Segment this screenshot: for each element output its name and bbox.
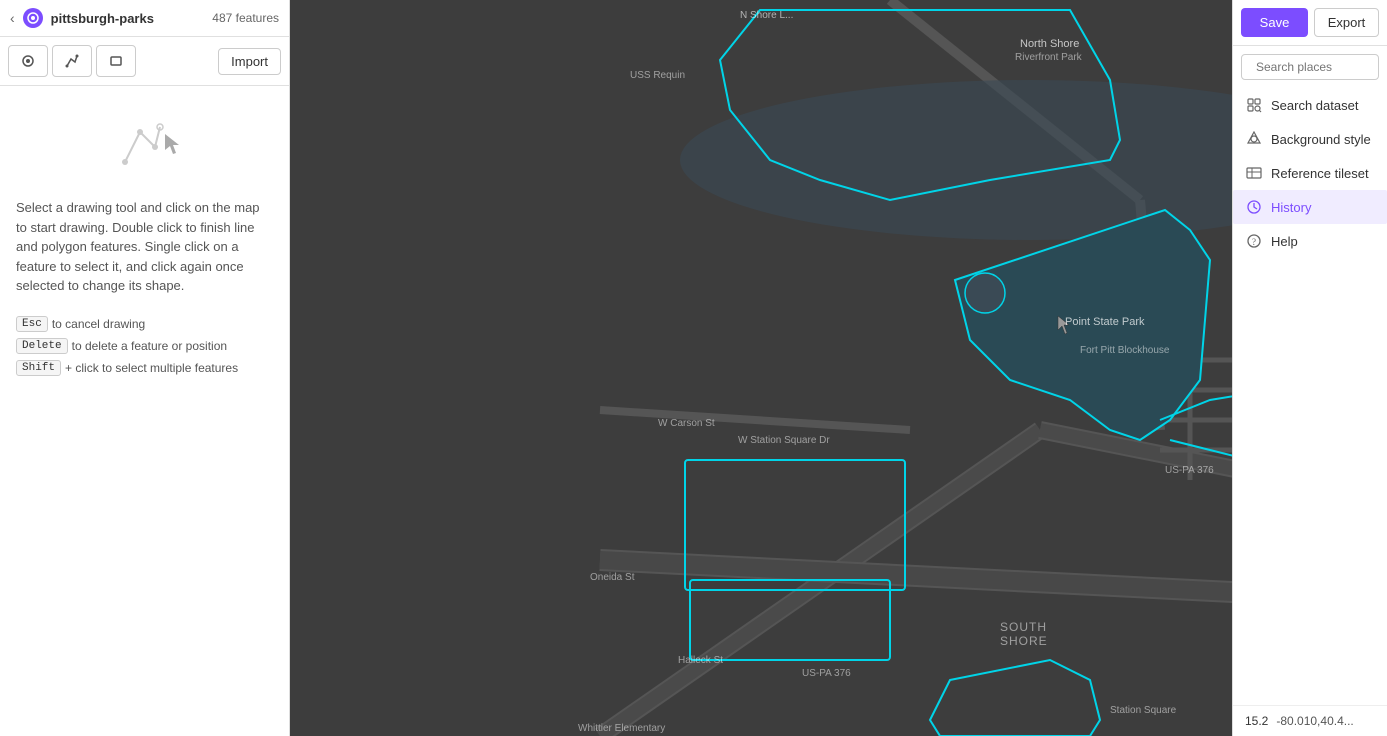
menu-item-search-dataset[interactable]: Search dataset	[1233, 88, 1387, 122]
reference-tileset-label: Reference tileset	[1271, 166, 1369, 181]
history-icon	[1245, 198, 1263, 216]
line-tool-button[interactable]	[52, 45, 92, 77]
shortcut-shift: Shift + click to select multiple feature…	[16, 360, 273, 376]
toolbar: Import	[0, 37, 289, 86]
help-label: Help	[1271, 234, 1298, 249]
search-dataset-icon	[1245, 96, 1263, 114]
drawing-hint: Select a drawing tool and click on the m…	[0, 86, 289, 736]
export-button[interactable]: Export	[1314, 8, 1379, 37]
map-svg	[290, 0, 1232, 736]
background-style-icon	[1245, 130, 1263, 148]
help-icon: ?	[1245, 232, 1263, 250]
point-tool-button[interactable]	[8, 45, 48, 77]
menu-item-background-style[interactable]: Background style	[1233, 122, 1387, 156]
sidebar: ‹ pittsburgh-parks 487 features Import	[0, 0, 290, 736]
coordinates-bar: 15.2 -80.010,40.4...	[1233, 705, 1387, 736]
right-panel: Save Export Search dataset	[1232, 0, 1387, 736]
search-dataset-label: Search dataset	[1271, 98, 1358, 113]
coordinates: -80.010,40.4...	[1276, 714, 1353, 728]
esc-description: to cancel drawing	[52, 317, 145, 331]
polygon-tool-button[interactable]	[96, 45, 136, 77]
shortcut-esc: Esc to cancel drawing	[16, 316, 273, 332]
shift-description: + click to select multiple features	[65, 361, 238, 375]
menu-item-history[interactable]: History	[1233, 190, 1387, 224]
delete-description: to delete a feature or position	[72, 339, 227, 353]
sidebar-header: ‹ pittsburgh-parks 487 features	[0, 0, 289, 37]
reference-tileset-icon	[1245, 164, 1263, 182]
history-label: History	[1271, 200, 1311, 215]
menu-item-reference-tileset[interactable]: Reference tileset	[1233, 156, 1387, 190]
svg-text:?: ?	[1252, 237, 1256, 247]
delete-key: Delete	[16, 338, 68, 354]
search-places-container[interactable]	[1241, 54, 1379, 80]
import-button[interactable]: Import	[218, 48, 281, 75]
map-container[interactable]: N Shore L... North Shore Riverfront Park…	[290, 0, 1232, 736]
back-button[interactable]: ‹	[10, 10, 15, 26]
feature-count: 487 features	[212, 11, 279, 25]
dataset-icon	[23, 8, 43, 28]
hint-text: Select a drawing tool and click on the m…	[16, 198, 273, 296]
shift-key: Shift	[16, 360, 61, 376]
action-buttons: Save Export	[1233, 0, 1387, 46]
drawing-icon	[16, 102, 273, 182]
dataset-name: pittsburgh-parks	[51, 11, 205, 26]
save-button[interactable]: Save	[1241, 8, 1308, 37]
search-places-input[interactable]	[1256, 60, 1387, 74]
menu-item-help[interactable]: ? Help	[1233, 224, 1387, 258]
esc-key: Esc	[16, 316, 48, 332]
zoom-level: 15.2	[1245, 714, 1268, 728]
background-style-label: Background style	[1271, 132, 1371, 147]
shortcut-delete: Delete to delete a feature or position	[16, 338, 273, 354]
